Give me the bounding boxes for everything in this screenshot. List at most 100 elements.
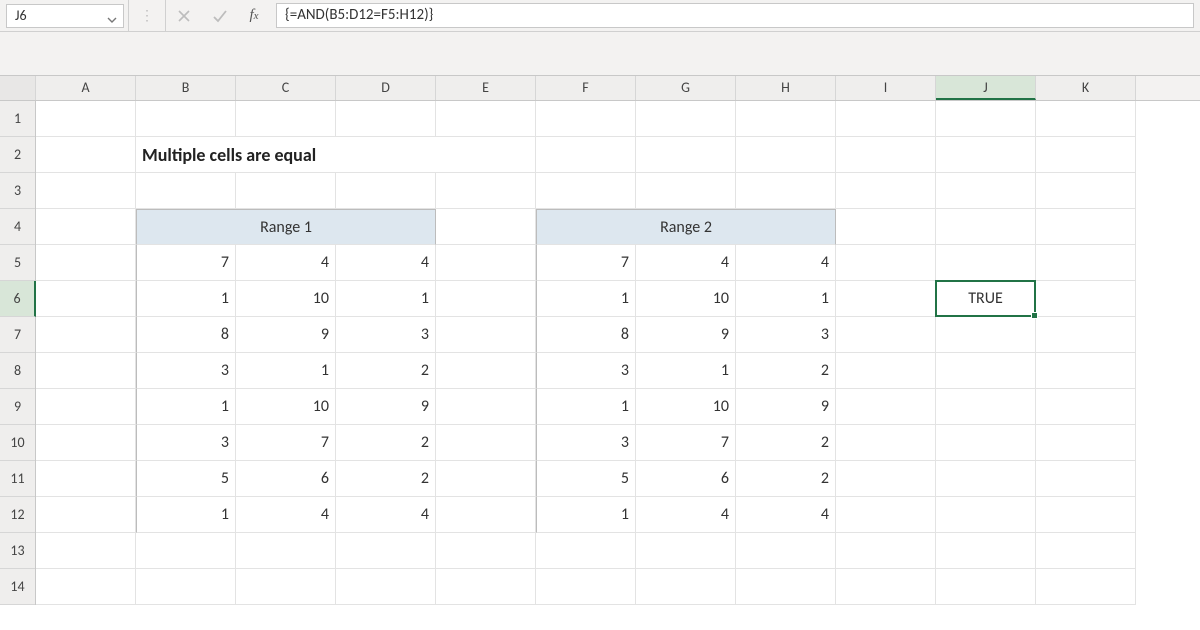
cell[interactable]: 1 — [136, 497, 236, 533]
cell[interactable] — [936, 353, 1036, 389]
cell[interactable] — [436, 173, 536, 209]
cell[interactable] — [936, 569, 1036, 605]
cell[interactable] — [736, 101, 836, 137]
cell[interactable] — [1036, 245, 1136, 281]
row-header[interactable]: 14 — [0, 569, 35, 605]
cell[interactable]: 10 — [636, 389, 736, 425]
row-header[interactable]: 13 — [0, 533, 35, 569]
cell[interactable] — [236, 173, 336, 209]
cell[interactable] — [536, 101, 636, 137]
cell[interactable] — [636, 173, 736, 209]
cell[interactable] — [836, 425, 936, 461]
cell[interactable] — [1036, 317, 1136, 353]
cell[interactable] — [836, 317, 936, 353]
row-header[interactable]: 9 — [0, 389, 35, 425]
row-header[interactable]: 6 — [0, 281, 36, 317]
cell[interactable] — [636, 137, 736, 173]
cell[interactable] — [936, 101, 1036, 137]
cell[interactable] — [836, 209, 936, 245]
col-header[interactable]: E — [436, 76, 536, 100]
cell[interactable] — [136, 569, 236, 605]
cell[interactable]: 2 — [336, 425, 436, 461]
cell[interactable] — [936, 533, 1036, 569]
cell[interactable] — [136, 101, 236, 137]
cell[interactable] — [436, 209, 536, 245]
cell[interactable] — [336, 173, 436, 209]
enter-check-icon[interactable] — [202, 0, 238, 31]
cell[interactable] — [1036, 533, 1136, 569]
cell[interactable]: 1 — [236, 353, 336, 389]
cell[interactable] — [436, 353, 536, 389]
cell[interactable] — [1036, 497, 1136, 533]
cell[interactable] — [936, 209, 1036, 245]
col-header[interactable]: C — [236, 76, 336, 100]
cell[interactable]: 2 — [336, 461, 436, 497]
formula-input[interactable]: {=AND(B5:D12=F5:H12)} — [276, 3, 1194, 28]
cell[interactable] — [36, 533, 136, 569]
cell[interactable]: 1 — [336, 281, 436, 317]
col-header[interactable]: G — [636, 76, 736, 100]
cell[interactable] — [736, 137, 836, 173]
col-header[interactable]: J — [936, 76, 1036, 100]
cell[interactable]: 9 — [236, 317, 336, 353]
cell[interactable] — [836, 353, 936, 389]
cell[interactable] — [436, 461, 536, 497]
cell[interactable] — [936, 245, 1036, 281]
cell[interactable]: 4 — [736, 497, 836, 533]
cell[interactable] — [236, 101, 336, 137]
cancel-icon[interactable] — [166, 0, 202, 31]
cell[interactable]: 5 — [536, 461, 636, 497]
cell[interactable] — [336, 569, 436, 605]
cell[interactable] — [36, 425, 136, 461]
cell[interactable] — [436, 497, 536, 533]
cell[interactable] — [536, 533, 636, 569]
cell[interactable]: 1 — [636, 353, 736, 389]
cell[interactable] — [1036, 389, 1136, 425]
cell[interactable] — [736, 533, 836, 569]
cell[interactable] — [936, 173, 1036, 209]
cell[interactable]: 6 — [636, 461, 736, 497]
cell[interactable] — [1036, 209, 1136, 245]
cell[interactable]: 7 — [636, 425, 736, 461]
row-header[interactable]: 5 — [0, 245, 35, 281]
row-header[interactable]: 8 — [0, 353, 35, 389]
fx-icon[interactable]: fx — [238, 0, 274, 31]
cell[interactable]: 3 — [536, 425, 636, 461]
result-cell[interactable]: TRUE — [936, 281, 1036, 317]
cell[interactable]: 9 — [736, 389, 836, 425]
col-header[interactable]: D — [336, 76, 436, 100]
row-header[interactable]: 3 — [0, 173, 35, 209]
cell[interactable]: 1 — [536, 389, 636, 425]
cell[interactable]: 9 — [336, 389, 436, 425]
cell[interactable] — [136, 533, 236, 569]
col-header[interactable]: B — [136, 76, 236, 100]
cell[interactable]: 1 — [736, 281, 836, 317]
cell[interactable]: 3 — [536, 353, 636, 389]
cell[interactable]: 6 — [236, 461, 336, 497]
cell[interactable] — [436, 281, 536, 317]
cell[interactable] — [36, 317, 136, 353]
cell[interactable] — [436, 533, 536, 569]
cell[interactable] — [36, 389, 136, 425]
cell[interactable]: 4 — [336, 245, 436, 281]
cell[interactable]: 3 — [136, 353, 236, 389]
cell[interactable] — [836, 389, 936, 425]
chevron-down-icon[interactable] — [107, 10, 119, 22]
cell[interactable] — [436, 389, 536, 425]
col-header[interactable]: F — [536, 76, 636, 100]
cell[interactable] — [36, 137, 136, 173]
cell[interactable] — [336, 101, 436, 137]
cell[interactable]: 7 — [236, 425, 336, 461]
col-header[interactable]: H — [736, 76, 836, 100]
cell[interactable] — [136, 173, 236, 209]
cell[interactable]: 8 — [136, 317, 236, 353]
cell[interactable] — [536, 569, 636, 605]
cell[interactable]: 2 — [736, 425, 836, 461]
cell[interactable] — [836, 101, 936, 137]
cell[interactable]: 3 — [136, 425, 236, 461]
cell[interactable] — [936, 461, 1036, 497]
cell[interactable] — [936, 425, 1036, 461]
cell[interactable]: 5 — [136, 461, 236, 497]
cell[interactable] — [1036, 569, 1136, 605]
cell[interactable] — [936, 317, 1036, 353]
